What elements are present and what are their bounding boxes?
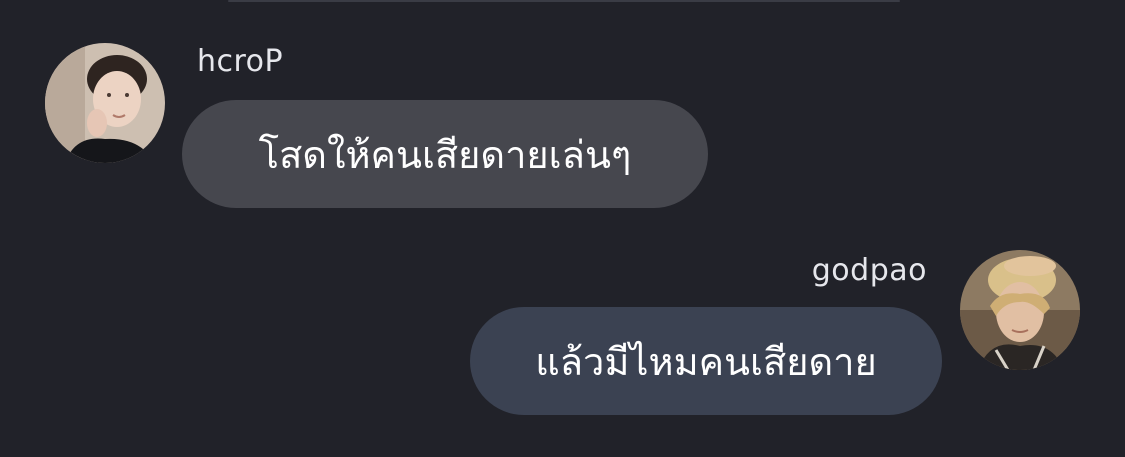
- avatar-godpao[interactable]: [960, 250, 1080, 370]
- message-bubble-incoming[interactable]: โสดให้คนเสียดายเล่นๆ: [182, 100, 708, 208]
- message-text: โสดให้คนเสียดายเล่นๆ: [258, 132, 632, 177]
- username-label: godpao: [811, 253, 927, 288]
- username-label: hcroP: [197, 44, 284, 79]
- message-text: แล้วมีไหมคนเสียดาย: [535, 339, 877, 384]
- avatar-photo-icon: [45, 43, 165, 163]
- avatar-hcrop[interactable]: [45, 43, 165, 163]
- avatar-photo-icon: [960, 250, 1080, 370]
- message-bubble-outgoing[interactable]: แล้วมีไหมคนเสียดาย: [470, 307, 942, 415]
- top-divider: [228, 0, 900, 2]
